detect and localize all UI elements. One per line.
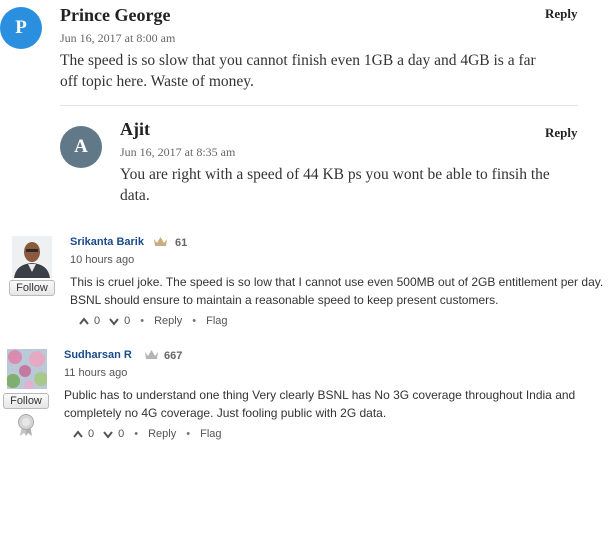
- commenter-score: 667: [164, 350, 183, 362]
- upvote-count: 0: [88, 428, 95, 440]
- upvote-count: 0: [94, 315, 101, 327]
- comment-actions: 0 0 • Reply • Flag: [72, 428, 222, 440]
- commenter-name[interactable]: Sudharsan R: [64, 349, 132, 361]
- reply-link[interactable]: Reply: [148, 428, 176, 440]
- comment-text-line: data.: [120, 187, 150, 204]
- separator: •: [134, 428, 139, 440]
- comment-time: 10 hours ago: [70, 254, 135, 266]
- avatar-ajit: A: [60, 126, 102, 168]
- avatar-prince-george: P: [0, 7, 42, 49]
- upvote-icon[interactable]: [72, 428, 84, 440]
- comment-text-line: BSNL should ensure to maintain a reasona…: [70, 293, 499, 307]
- badge-ribbon-icon: [18, 414, 34, 436]
- commenter-score: 61: [175, 237, 188, 249]
- comment-actions: 0 0 • Reply • Flag: [78, 315, 228, 327]
- comment-text-line: off topic here. Waste of money.: [60, 73, 254, 90]
- separator: •: [192, 315, 197, 327]
- comment-text-line: You are right with a speed of 44 KB ps y…: [120, 166, 550, 183]
- comment-text-line: completely no 4G coverage. Just fooling …: [64, 406, 387, 420]
- comment-date: Jun 16, 2017 at 8:00 am: [60, 31, 176, 45]
- avatar-letter: A: [74, 136, 88, 157]
- follow-button[interactable]: Follow: [3, 393, 49, 409]
- divider: [60, 105, 578, 106]
- comment-date: Jun 16, 2017 at 8:35 am: [120, 145, 236, 159]
- downvote-count: 0: [118, 428, 125, 440]
- comment-time: 11 hours ago: [64, 367, 128, 379]
- flag-link[interactable]: Flag: [200, 428, 221, 440]
- crown-icon: [154, 237, 167, 246]
- downvote-count: 0: [124, 315, 131, 327]
- flowers-photo-icon: [7, 349, 47, 389]
- avatar-photo: [7, 349, 47, 389]
- comment-text-line: Public has to understand one thing Very …: [64, 388, 576, 402]
- comment-text-line: The speed is so slow that you cannot fin…: [60, 52, 536, 69]
- person-photo-icon: [12, 236, 52, 278]
- follow-button[interactable]: Follow: [9, 280, 55, 296]
- separator: •: [186, 428, 191, 440]
- reply-link[interactable]: Reply: [154, 315, 182, 327]
- upvote-icon[interactable]: [78, 315, 90, 327]
- reply-button[interactable]: Reply: [545, 6, 578, 22]
- avatar-letter: P: [15, 17, 27, 38]
- flag-link[interactable]: Flag: [206, 315, 227, 327]
- comment-author: Ajit: [120, 119, 150, 139]
- avatar-photo: [12, 236, 52, 278]
- reply-button[interactable]: Reply: [545, 125, 578, 141]
- commenter-name[interactable]: Srikanta Barik: [70, 236, 144, 248]
- comment-author: Prince George: [60, 5, 171, 25]
- downvote-icon[interactable]: [108, 315, 120, 327]
- downvote-icon[interactable]: [102, 428, 114, 440]
- separator: •: [140, 315, 145, 327]
- comment-text-line: This is cruel joke. The speed is so low …: [70, 275, 604, 289]
- crown-icon: [145, 350, 158, 359]
